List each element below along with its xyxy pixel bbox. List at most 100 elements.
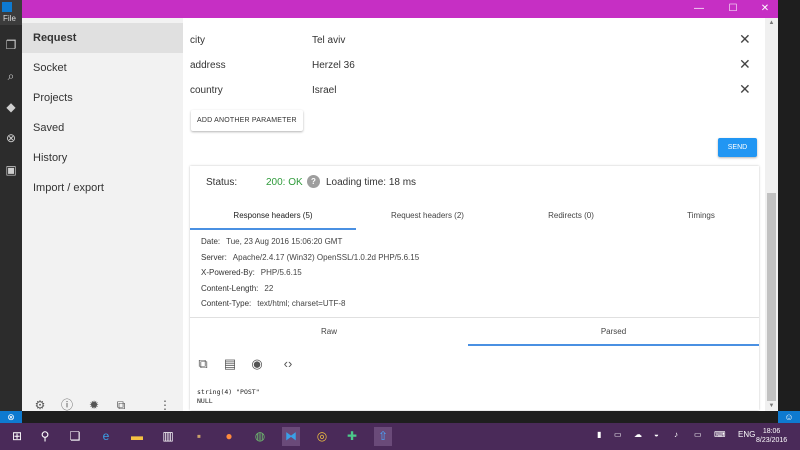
store-icon[interactable]: ▥ [159, 427, 177, 446]
status-label: Status: [206, 177, 238, 188]
param-row: address Herzel 36 ✕ [183, 53, 763, 78]
vscode-right-edge [778, 18, 800, 411]
response-tabs: Response headers (5) Request headers (2)… [190, 203, 759, 230]
header-row: Content-Length: 22 [201, 281, 419, 297]
vscode-logo-icon [2, 2, 12, 12]
request-panel: city Tel aviv ✕ address Herzel 36 ✕ coun… [183, 18, 778, 411]
param-value[interactable]: Israel [312, 85, 336, 96]
header-name: Server: [201, 252, 227, 262]
wifi-icon[interactable]: ◒ [654, 430, 659, 439]
copy-icon[interactable]: ⧉ [195, 356, 211, 372]
file-explorer-icon[interactable]: ▬ [128, 427, 146, 446]
vscode-taskbar-icon[interactable]: ⧓ [282, 427, 300, 446]
archive-icon[interactable]: ▤ [222, 356, 238, 372]
maximize-button[interactable]: ☐ [726, 2, 740, 16]
header-value: PHP/5.6.15 [260, 268, 302, 277]
tab-response-headers[interactable]: Response headers (5) [190, 203, 356, 230]
app-icon[interactable]: ▪ [190, 427, 208, 446]
git-icon[interactable]: ◆ [4, 100, 18, 114]
tab-request-headers[interactable]: Request headers (2) [356, 203, 499, 230]
sidebar-item-socket[interactable]: Socket [22, 53, 183, 83]
search-icon[interactable]: ⚲ [36, 427, 54, 446]
explorer-icon[interactable]: ❐ [4, 38, 18, 52]
remove-param-icon[interactable]: ✕ [739, 57, 751, 71]
search-icon[interactable]: ⌕ [4, 69, 18, 83]
sidebar-item-projects[interactable]: Projects [22, 83, 183, 113]
remove-param-icon[interactable]: ✕ [739, 82, 751, 96]
header-value: Apache/2.4.17 (Win32) OpenSSL/1.0.2d PHP… [232, 252, 420, 262]
vscode-status-left[interactable]: ⊗ [0, 411, 22, 423]
sidebar-item-saved[interactable]: Saved [22, 113, 183, 143]
loading-time: Loading time: 18 ms [326, 177, 417, 188]
scroll-thumb[interactable] [767, 193, 776, 401]
task-view-icon[interactable]: ❏ [66, 427, 84, 446]
status-code: 200: OK [266, 177, 303, 188]
tab-timings[interactable]: Timings [643, 203, 759, 230]
scroll-up-icon[interactable]: ▲ [765, 18, 778, 28]
response-output: string(4) "POST" NULL [197, 388, 260, 405]
tab-redirects[interactable]: Redirects (0) [499, 203, 643, 230]
header-value: Tue, 23 Aug 2016 15:06:20 GMT [226, 237, 343, 246]
help-icon[interactable]: ? [307, 175, 320, 188]
firefox-icon[interactable]: ● [220, 427, 238, 446]
header-name: Content-Type: [201, 299, 252, 308]
scrollbar[interactable]: ▲ ▼ [765, 18, 778, 411]
sidebar: Request Socket Projects Saved History Im… [22, 18, 183, 411]
info-icon[interactable]: ⓘ [60, 398, 74, 411]
header-row: X-Powered-By: PHP/5.6.15 [201, 265, 419, 281]
param-value[interactable]: Tel aviv [312, 35, 345, 46]
minimize-button[interactable]: — [692, 2, 706, 16]
debug-icon[interactable]: ⊗ [4, 131, 18, 145]
close-window-button[interactable]: ✕ [758, 2, 772, 16]
action-center-icon[interactable]: ☁ [634, 430, 642, 439]
header-name: X-Powered-By: [201, 268, 255, 277]
code-icon[interactable]: ‹› [280, 356, 296, 372]
response-headers-list: Date: Tue, 23 Aug 2016 15:06:20 GMT Serve… [201, 234, 419, 312]
param-name[interactable]: city [190, 35, 205, 46]
vscode-menu-file[interactable]: File [3, 14, 16, 23]
param-name[interactable]: address [190, 60, 226, 71]
taskbar: ⊞ ⚲ ❏ e ▬ ▥ ▪ ● ◍ ⧓ ◎ ✚ ⇧ ▮ ▭ ☁ ◒ ♪ ▭ ⌨ … [0, 423, 800, 450]
app-window: Request Socket Projects Saved History Im… [22, 18, 778, 411]
eye-icon[interactable]: ◉ [249, 356, 265, 372]
plus-app-icon[interactable]: ✚ [343, 427, 361, 446]
sidebar-item-import-export[interactable]: Import / export [22, 173, 183, 203]
app-titlebar[interactable]: — ☐ ✕ [22, 0, 778, 18]
network-icon[interactable]: ▭ [614, 430, 622, 439]
vscode-status-right[interactable]: ☺ [778, 411, 800, 423]
volume-icon[interactable]: ♪ [674, 430, 678, 439]
sidebar-item-request[interactable]: Request [22, 23, 183, 53]
battery-icon[interactable]: ▮ [597, 430, 601, 439]
screen: File ❐ ⌕ ◆ ⊗ ▣ ⊗ ☺ — ☐ ✕ Request Socket … [0, 0, 800, 450]
response-status: Status: 200: OK ? Loading time: 18 ms [190, 166, 759, 196]
tab-parsed[interactable]: Parsed [468, 318, 759, 346]
header-row: Date: Tue, 23 Aug 2016 15:06:20 GMT [201, 234, 419, 250]
chrome-icon[interactable]: ◎ [313, 427, 331, 446]
arc-app-icon[interactable]: ⇧ [374, 427, 392, 446]
tab-raw[interactable]: Raw [190, 318, 468, 346]
bug-report-icon[interactable]: ✹ [87, 398, 101, 411]
settings-icon[interactable]: ⚙ [33, 398, 47, 411]
param-value[interactable]: Herzel 36 [312, 60, 355, 71]
open-external-icon[interactable]: ⧉ [114, 398, 128, 411]
start-icon[interactable]: ⊞ [8, 427, 26, 446]
globe-app-icon[interactable]: ◍ [251, 427, 269, 446]
more-vert-icon[interactable]: ⋮ [158, 398, 172, 411]
response-card: Status: 200: OK ? Loading time: 18 ms Re… [190, 166, 759, 410]
header-row: Content-Type: text/html; charset=UTF-8 [201, 296, 419, 312]
clock-time: 18:06 [762, 428, 781, 435]
scroll-down-icon[interactable]: ▼ [765, 401, 778, 411]
add-parameter-button[interactable]: ADD ANOTHER PARAMETER [191, 110, 303, 131]
sidebar-item-history[interactable]: History [22, 143, 183, 173]
header-value: 22 [264, 283, 274, 293]
language-indicator[interactable]: ENG [738, 430, 755, 439]
display-icon[interactable]: ▭ [694, 430, 702, 439]
param-name[interactable]: country [190, 85, 223, 96]
edge-icon[interactable]: e [97, 427, 115, 446]
keyboard-icon[interactable]: ⌨ [714, 430, 726, 439]
clock[interactable]: 18:06 8/23/2016 [756, 427, 787, 445]
param-row: country Israel ✕ [183, 78, 763, 103]
send-button[interactable]: SEND [718, 138, 757, 157]
extensions-icon[interactable]: ▣ [4, 163, 18, 177]
remove-param-icon[interactable]: ✕ [739, 32, 751, 46]
